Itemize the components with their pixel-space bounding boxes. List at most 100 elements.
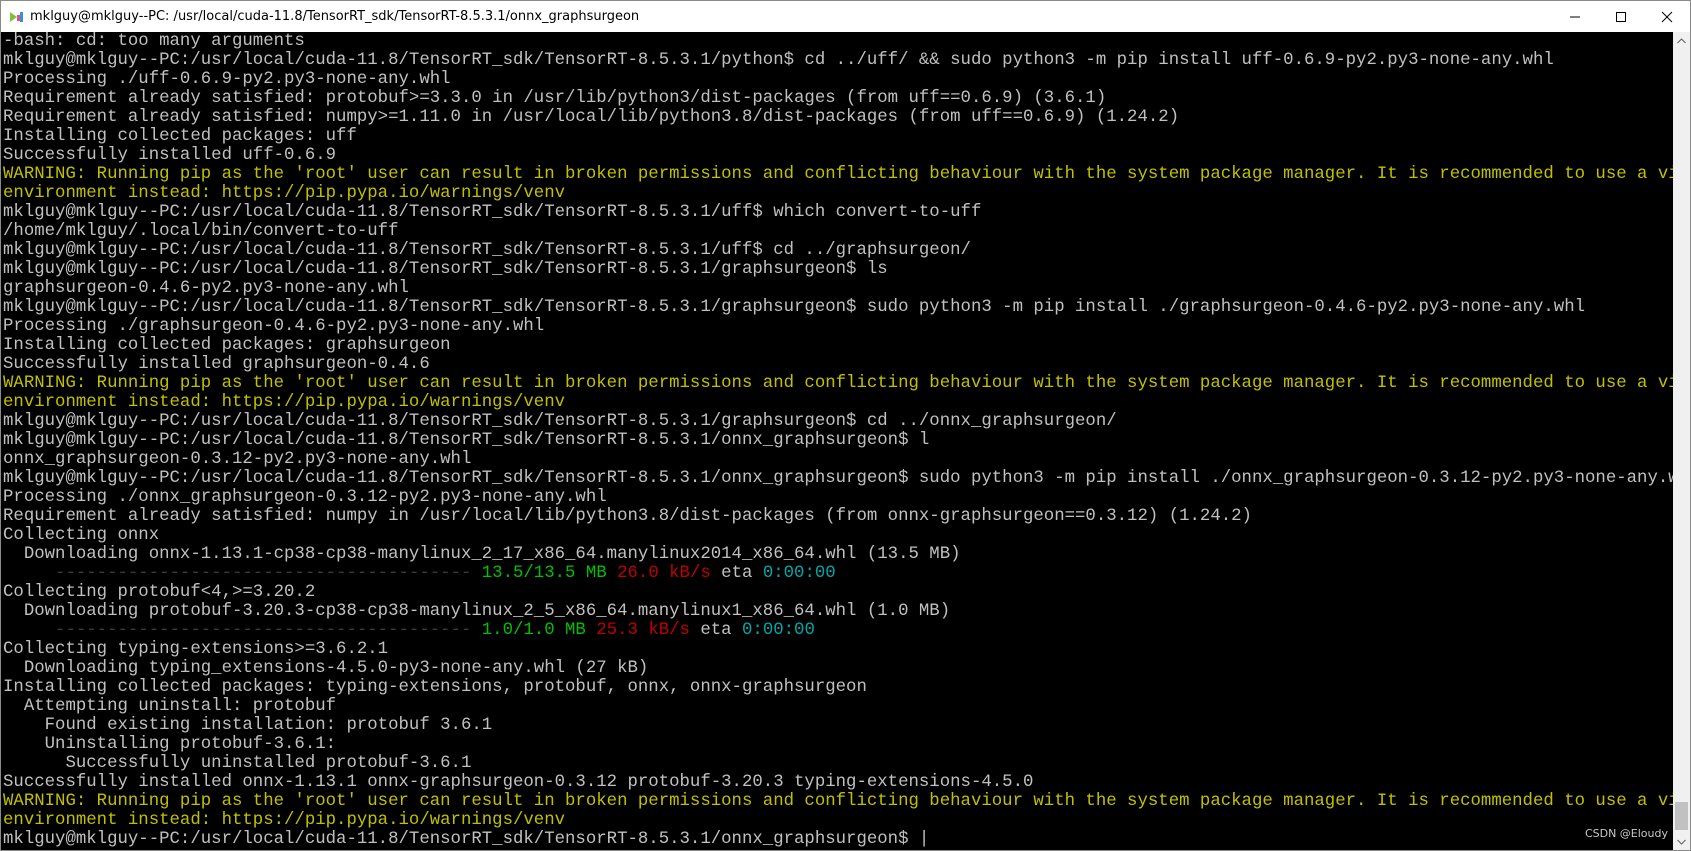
terminal-line: Processing ./uff-0.6.9-py2.py3-none-any.… bbox=[3, 70, 1673, 89]
terminal-segment: 25.3 kB/s bbox=[596, 621, 690, 640]
terminal-line: Requirement already satisfied: numpy>=1.… bbox=[3, 108, 1673, 127]
terminal-segment: Downloading protobuf-3.20.3-cp38-cp38-ma… bbox=[3, 602, 951, 621]
terminal-segment: Downloading typing_extensions-4.5.0-py3-… bbox=[3, 659, 649, 678]
terminal-segment: Attempting uninstall: protobuf bbox=[3, 697, 337, 716]
terminal-segment: mklguy@mklguy--PC:/usr/local/cuda-11.8/T… bbox=[3, 830, 919, 849]
terminal-segment: mklguy@mklguy--PC:/usr/local/cuda-11.8/T… bbox=[3, 260, 888, 279]
terminal-line: Successfully uninstalled protobuf-3.6.1 bbox=[3, 754, 1673, 773]
window-title: mklguy@mklguy--PC: /usr/local/cuda-11.8/… bbox=[30, 9, 640, 24]
terminal-segment: WARNING: Running pip as the 'root' user … bbox=[3, 792, 1673, 811]
terminal-line: Processing ./onnx_graphsurgeon-0.3.12-py… bbox=[3, 488, 1673, 507]
terminal-line: mklguy@mklguy--PC:/usr/local/cuda-11.8/T… bbox=[3, 412, 1673, 431]
terminal-line: Successfully installed graphsurgeon-0.4.… bbox=[3, 355, 1673, 374]
terminal-line: /home/mklguy/.local/bin/convert-to-uff bbox=[3, 222, 1673, 241]
terminal-segment: Successfully installed onnx-1.13.1 onnx-… bbox=[3, 773, 1034, 792]
terminal-line: Installing collected packages: uff bbox=[3, 127, 1673, 146]
terminal-line: Installing collected packages: graphsurg… bbox=[3, 336, 1673, 355]
terminal-segment: Collecting typing-extensions>=3.6.2.1 bbox=[3, 640, 389, 659]
terminal-line: ----------------------------------------… bbox=[3, 621, 1673, 640]
terminal-line: mklguy@mklguy--PC:/usr/local/cuda-11.8/T… bbox=[3, 298, 1673, 317]
terminal-line: environment instead: https://pip.pypa.io… bbox=[3, 184, 1673, 203]
terminal-segment bbox=[607, 564, 617, 583]
terminal-segment: Processing ./uff-0.6.9-py2.py3-none-any.… bbox=[3, 70, 451, 89]
terminal-line: WARNING: Running pip as the 'root' user … bbox=[3, 374, 1673, 393]
terminal-segment: Downloading onnx-1.13.1-cp38-cp38-manyli… bbox=[3, 545, 961, 564]
terminal-line: Uninstalling protobuf-3.6.1: bbox=[3, 735, 1673, 754]
terminal-segment: onnx_graphsurgeon-0.3.12-py2.py3-none-an… bbox=[3, 450, 472, 469]
terminal-segment: Requirement already satisfied: numpy>=1.… bbox=[3, 108, 1180, 127]
terminal-line: mklguy@mklguy--PC:/usr/local/cuda-11.8/T… bbox=[3, 203, 1673, 222]
terminal-line: environment instead: https://pip.pypa.io… bbox=[3, 393, 1673, 412]
terminal-segment: environment instead: https://pip.pypa.io… bbox=[3, 393, 566, 412]
terminal-segment: ---------------------------------------- bbox=[3, 621, 482, 640]
terminal-segment: Successfully uninstalled protobuf-3.6.1 bbox=[3, 754, 472, 773]
maximize-icon bbox=[1616, 11, 1626, 22]
terminal-segment: Collecting protobuf<4,>=3.20.2 bbox=[3, 583, 316, 602]
terminal-segment: Collecting onnx bbox=[3, 526, 160, 545]
terminal-line: Collecting onnx bbox=[3, 526, 1673, 545]
terminal-line: WARNING: Running pip as the 'root' user … bbox=[3, 792, 1673, 811]
terminal-line: graphsurgeon-0.4.6-py2.py3-none-any.whl bbox=[3, 279, 1673, 298]
chevron-down-icon bbox=[1677, 839, 1686, 845]
terminal-segment: environment instead: https://pip.pypa.io… bbox=[3, 811, 566, 830]
terminal-segment: Requirement already satisfied: numpy in … bbox=[3, 507, 1252, 526]
terminal-line: Successfully installed uff-0.6.9 bbox=[3, 146, 1673, 165]
terminal-segment: mklguy@mklguy--PC:/usr/local/cuda-11.8/T… bbox=[3, 469, 1673, 488]
text-cursor: | bbox=[918, 830, 930, 849]
terminal-output[interactable]: -bash: cd: too many arguments mklguy@mklg… bbox=[1, 32, 1673, 850]
terminal-segment: mklguy@mklguy--PC:/usr/local/cuda-11.8/T… bbox=[3, 431, 930, 450]
terminal-segment: Installing collected packages: typing-ex… bbox=[3, 678, 867, 697]
terminal-segment: eta bbox=[689, 621, 742, 640]
terminal-segment: Processing ./graphsurgeon-0.4.6-py2.py3-… bbox=[3, 317, 545, 336]
terminal-line: Downloading onnx-1.13.1-cp38-cp38-manyli… bbox=[3, 545, 1673, 564]
terminal-line: Collecting typing-extensions>=3.6.2.1 bbox=[3, 640, 1673, 659]
terminal-line: -bash: cd: too many arguments bbox=[3, 32, 1673, 51]
terminal-line: environment instead: https://pip.pypa.io… bbox=[3, 811, 1673, 830]
window-controls bbox=[1552, 1, 1690, 32]
terminal-line: mklguy@mklguy--PC:/usr/local/cuda-11.8/T… bbox=[3, 260, 1673, 279]
terminal-segment: 13.5/13.5 MB bbox=[481, 564, 607, 583]
terminal-line: onnx_graphsurgeon-0.3.12-py2.py3-none-an… bbox=[3, 450, 1673, 469]
terminal-segment: 0:00:00 bbox=[762, 564, 836, 583]
terminal-line: Successfully installed onnx-1.13.1 onnx-… bbox=[3, 773, 1673, 792]
terminal-segment: 1.0/1.0 MB bbox=[481, 621, 586, 640]
terminal-line: WARNING: Running pip as the 'root' user … bbox=[3, 165, 1673, 184]
mintty-terminal-icon bbox=[8, 9, 24, 25]
terminal-segment: Successfully installed graphsurgeon-0.4.… bbox=[3, 355, 430, 374]
terminal-segment: Successfully installed uff-0.6.9 bbox=[3, 146, 337, 165]
terminal-line: Found existing installation: protobuf 3.… bbox=[3, 716, 1673, 735]
terminal-segment: WARNING: Running pip as the 'root' user … bbox=[3, 374, 1673, 393]
scroll-down-button[interactable] bbox=[1673, 833, 1690, 850]
terminal-segment: Processing ./onnx_graphsurgeon-0.3.12-py… bbox=[3, 488, 607, 507]
close-icon bbox=[1661, 11, 1673, 22]
terminal-segment: mklguy@mklguy--PC:/usr/local/cuda-11.8/T… bbox=[3, 412, 1117, 431]
terminal-segment: eta bbox=[710, 564, 763, 583]
minimize-button[interactable] bbox=[1552, 1, 1598, 32]
terminal-segment: mklguy@mklguy--PC:/usr/local/cuda-11.8/T… bbox=[3, 298, 1586, 317]
terminal-line: Downloading protobuf-3.20.3-cp38-cp38-ma… bbox=[3, 602, 1673, 621]
terminal-line: Requirement already satisfied: protobuf>… bbox=[3, 89, 1673, 108]
vertical-scrollbar[interactable] bbox=[1673, 32, 1690, 850]
terminal-line: Processing ./graphsurgeon-0.4.6-py2.py3-… bbox=[3, 317, 1673, 336]
terminal-segment: mklguy@mklguy--PC:/usr/local/cuda-11.8/T… bbox=[3, 241, 971, 260]
csdn-watermark: CSDN @Eloudy bbox=[1584, 827, 1668, 840]
terminal-segment: mklguy@mklguy--PC:/usr/local/cuda-11.8/T… bbox=[3, 203, 982, 222]
maximize-button[interactable] bbox=[1598, 1, 1644, 32]
terminal-segment: graphsurgeon-0.4.6-py2.py3-none-any.whl bbox=[3, 279, 409, 298]
terminal-segment: Uninstalling protobuf-3.6.1: bbox=[3, 735, 337, 754]
terminal-line: Collecting protobuf<4,>=3.20.2 bbox=[3, 583, 1673, 602]
scroll-thumb[interactable] bbox=[1675, 802, 1688, 830]
close-button[interactable] bbox=[1644, 1, 1690, 32]
terminal-segment bbox=[586, 621, 596, 640]
terminal-segment: 0:00:00 bbox=[742, 621, 815, 640]
terminal-segment: 26.0 kB/s bbox=[617, 564, 711, 583]
terminal-segment: Installing collected packages: graphsurg… bbox=[3, 336, 451, 355]
terminal-segment: ---------------------------------------- bbox=[3, 564, 482, 583]
scroll-up-button[interactable] bbox=[1673, 32, 1690, 49]
terminal-segment: WARNING: Running pip as the 'root' user … bbox=[3, 165, 1673, 184]
terminal-line: mklguy@mklguy--PC:/usr/local/cuda-11.8/T… bbox=[3, 469, 1673, 488]
terminal-segment: environment instead: https://pip.pypa.io… bbox=[3, 184, 566, 203]
terminal-segment: Found existing installation: protobuf 3.… bbox=[3, 716, 493, 735]
terminal-segment: /home/mklguy/.local/bin/convert-to-uff bbox=[3, 222, 399, 241]
title-bar[interactable]: mklguy@mklguy--PC: /usr/local/cuda-11.8/… bbox=[1, 1, 1690, 32]
